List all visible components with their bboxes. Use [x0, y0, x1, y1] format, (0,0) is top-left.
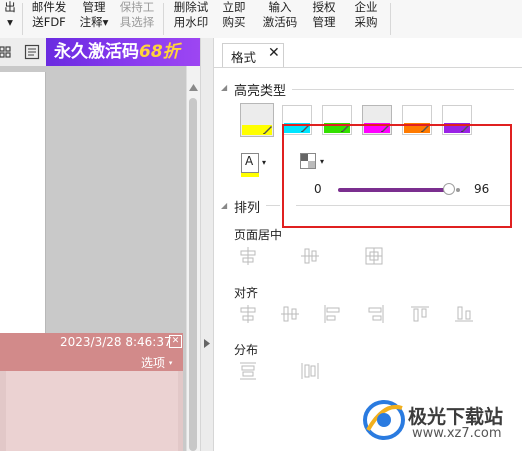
page-text-icon[interactable] — [24, 44, 40, 60]
align-left-icon[interactable] — [322, 304, 342, 324]
align-label: 对齐 — [234, 286, 259, 300]
ribbon-label: 邮件发 — [31, 0, 67, 14]
comment-close-icon[interactable]: ✕ — [169, 335, 182, 348]
ribbon-label: 用水印 — [173, 15, 209, 29]
section-collapse-icon[interactable]: ◢ — [221, 201, 227, 210]
tab-divider — [213, 67, 522, 68]
font-color-button[interactable]: A — [241, 153, 259, 173]
ribbon-label: 立即 — [222, 0, 246, 14]
site-logo-icon — [363, 400, 405, 440]
watermark-brand: 极光下载站 — [408, 406, 504, 428]
ribbon-divider — [22, 3, 23, 35]
ribbon-label: 管理 — [312, 15, 336, 29]
align-center-horizontal-icon[interactable] — [238, 304, 258, 324]
center-both-icon[interactable] — [364, 246, 384, 266]
ribbon-label: 注释▾ — [79, 15, 109, 29]
ribbon-label: 保持工 — [119, 0, 155, 14]
distribute-vertical-icon[interactable] — [238, 361, 258, 381]
ribbon-enter-activation-code-button[interactable]: 输入 激活码 — [258, 0, 302, 38]
panel-collapse-bar[interactable] — [200, 38, 214, 451]
ribbon-label: 删除试 — [173, 0, 209, 14]
chevron-down-icon: ▾ — [168, 359, 173, 367]
align-right-icon[interactable] — [366, 304, 386, 324]
ribbon-label: 送FDF — [32, 15, 66, 29]
comment-timestamp: 2023/3/28 8:46:37 — [60, 335, 172, 349]
font-color-letter: A — [245, 154, 254, 168]
ribbon-manage-annotations-button[interactable]: 管理 注释▾ — [74, 0, 114, 38]
activation-promo-banner[interactable]: 永久激活码68折 — [46, 38, 200, 66]
ribbon-remove-trial-watermark-button[interactable]: 删除试 用水印 — [170, 0, 212, 38]
ribbon-caret: ▾ — [7, 15, 13, 29]
ribbon-buy-now-button[interactable]: 立即 购买 — [218, 0, 250, 38]
section-collapse-icon[interactable]: ◢ — [221, 83, 227, 92]
chevron-down-icon[interactable]: ▾ — [262, 158, 266, 167]
ribbon-enterprise-purchase-button[interactable]: 企业 采购 — [350, 0, 382, 38]
highlight-swatch[interactable] — [240, 103, 274, 137]
ribbon-export-button[interactable]: 出 ▾ — [0, 0, 20, 38]
highlighter-pen-icon — [263, 126, 272, 134]
arrange-heading: 排列 — [234, 201, 261, 216]
ribbon-email-fdf-button[interactable]: 邮件发 送FDF — [28, 0, 70, 38]
ribbon-label: 购买 — [222, 15, 246, 29]
section-divider — [266, 205, 280, 206]
page-center-label: 页面居中 — [234, 228, 283, 242]
highlight-type-heading: 高亮类型 — [234, 84, 287, 99]
tab-close-icon[interactable]: ✕ — [268, 45, 280, 61]
ribbon-divider — [163, 3, 164, 35]
ribbon-label: 具选择 — [119, 15, 155, 29]
ribbon-keep-tool-selected-button[interactable]: 保持工 具选择 — [116, 0, 158, 38]
format-panel — [213, 38, 522, 451]
document-page[interactable] — [0, 72, 46, 335]
center-vertical-icon[interactable] — [300, 246, 320, 266]
ribbon-license-management-button[interactable]: 授权 管理 — [308, 0, 340, 38]
scroll-up-icon[interactable] — [189, 84, 198, 91]
banner-discount: 68折 — [139, 42, 180, 62]
collapse-arrow-icon[interactable] — [204, 339, 210, 348]
comment-textarea[interactable] — [6, 371, 178, 451]
distribute-label: 分布 — [234, 343, 259, 357]
ribbon-label: 授权 — [312, 0, 336, 14]
banner-text: 永久激活码 — [54, 42, 139, 62]
ribbon-label: 激活码 — [262, 15, 298, 29]
align-bottom-icon[interactable] — [454, 304, 474, 324]
center-horizontal-icon[interactable] — [238, 246, 258, 266]
ribbon-label: 出 — [4, 0, 16, 14]
font-color-bar — [241, 173, 259, 177]
ribbon-divider — [390, 3, 391, 35]
ribbon-label: 企业 — [354, 0, 378, 14]
distribute-horizontal-icon[interactable] — [300, 361, 320, 381]
ribbon-label: 管理 — [82, 0, 106, 14]
scrollbar-thumb[interactable] — [189, 98, 197, 451]
thumbnail-grid-icon[interactable] — [0, 44, 12, 60]
section-divider — [292, 89, 514, 90]
comment-options-button[interactable]: 选项 ▾ — [141, 354, 172, 371]
ribbon-label: 输入 — [268, 0, 292, 14]
tab-format-label: 格式 — [231, 50, 257, 65]
align-top-icon[interactable] — [410, 304, 430, 324]
align-middle-icon[interactable] — [280, 304, 300, 324]
ribbon-label: 采购 — [354, 15, 378, 29]
highlight-annotation-box — [282, 124, 512, 228]
watermark-url: www.xz7.com — [412, 426, 502, 441]
comment-options-label: 选项 — [141, 356, 166, 370]
